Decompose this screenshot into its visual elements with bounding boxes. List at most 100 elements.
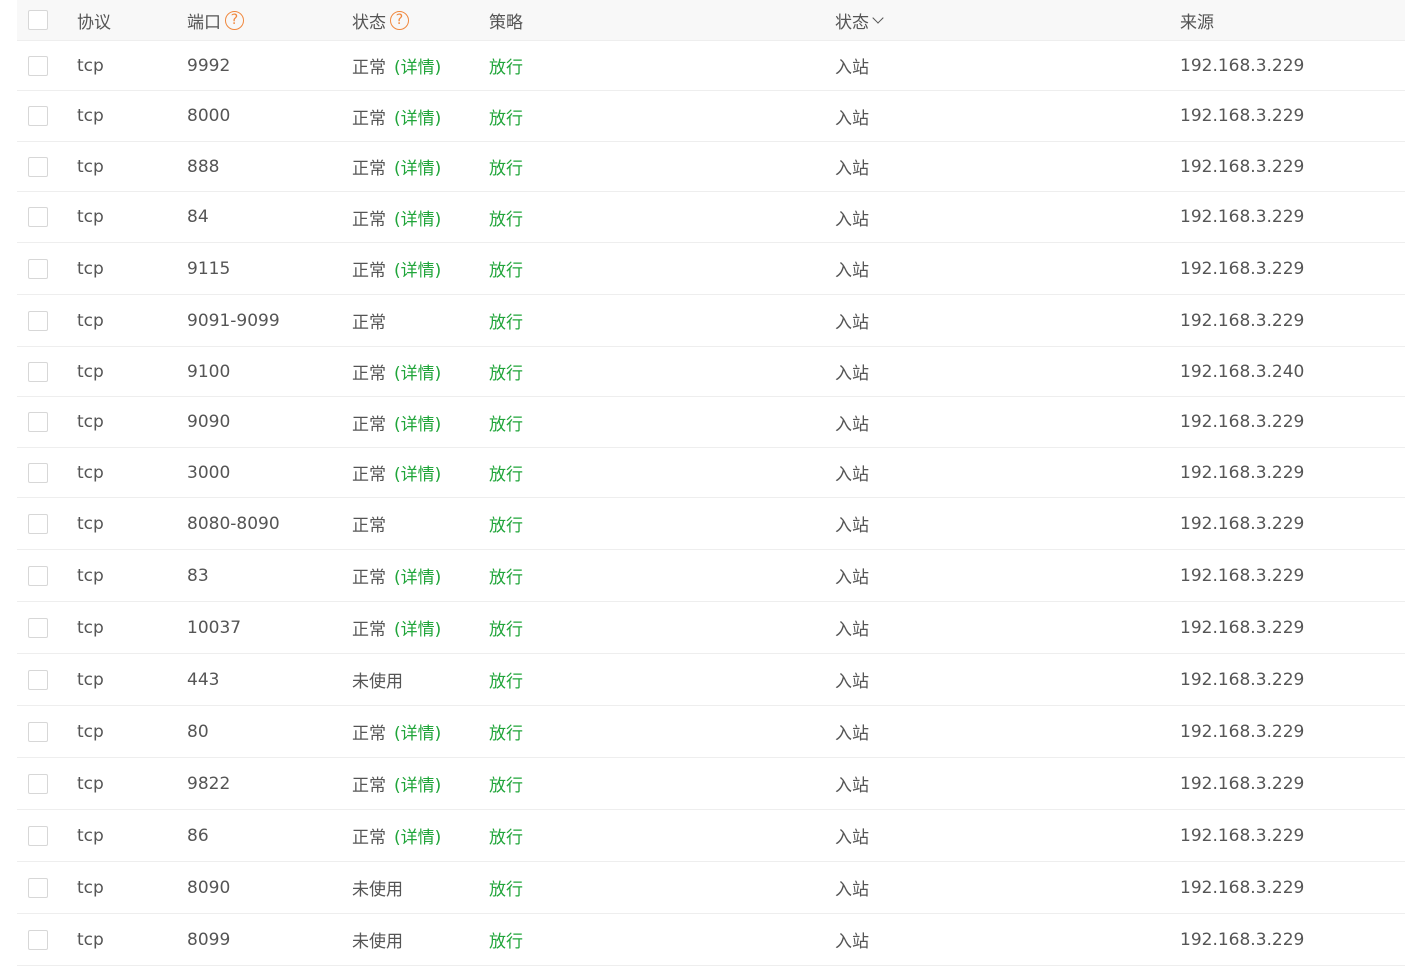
cell-port: 86 [187,825,209,846]
cell-protocol: tcp [77,773,104,794]
cell-protocol: tcp [77,207,104,227]
row-checkbox[interactable] [28,412,48,432]
cell-direction: 入站 [835,108,869,129]
policy-link[interactable]: 放行 [489,914,523,965]
cell-source: 192.168.3.229 [1180,462,1305,483]
row-checkbox[interactable] [28,513,48,534]
cell-port: 9091-9099 [187,310,280,331]
cell-port: 888 [187,156,220,177]
cell-port: 80 [187,721,209,742]
detail-link[interactable]: (详情) [394,719,441,744]
status-text: 正常 [352,776,386,796]
policy-link[interactable]: 放行 [489,862,523,913]
cell-source: 192.168.3.229 [1180,55,1305,76]
policy-link[interactable]: 放行 [489,706,523,757]
detail-link[interactable]: (详情) [394,205,441,230]
cell-protocol: tcp [77,462,104,483]
row-checkbox[interactable] [28,258,48,279]
row-checkbox[interactable] [28,565,48,586]
status-text: 未使用 [352,880,403,900]
detail-link[interactable]: (详情) [394,563,441,588]
row-checkbox[interactable] [28,929,48,950]
table-row: tcp 9822 正常 (详情) 放行 入站 192.168.3.229 [17,758,1405,810]
cell-status: 正常 (详情) [352,397,441,447]
cell-status: 正常 (详情) [352,91,441,141]
cell-source: 192.168.3.229 [1180,721,1305,742]
header-port: 端口 ? [187,0,244,40]
port-help-icon[interactable]: ? [225,10,244,30]
row-checkbox[interactable] [28,156,48,177]
chevron-down-icon[interactable] [872,11,884,24]
table-row: tcp 888 正常 (详情) 放行 入站 192.168.3.229 [17,142,1405,192]
status-text: 正常 [352,828,386,848]
header-direction-label[interactable]: 状态 [835,8,869,33]
detail-link[interactable]: (详情) [394,359,441,384]
policy-link[interactable]: 放行 [489,142,523,191]
row-checkbox[interactable] [28,55,48,76]
cell-source: 192.168.3.229 [1180,207,1305,227]
policy-link[interactable]: 放行 [489,41,523,90]
cell-protocol: tcp [77,106,104,126]
row-checkbox[interactable] [28,361,48,382]
policy-link[interactable]: 放行 [489,192,523,242]
row-checkbox[interactable] [28,825,48,846]
cell-direction: 入站 [835,568,869,588]
row-checkbox[interactable] [28,773,48,794]
table-row: tcp 8090 未使用 放行 入站 192.168.3.229 [17,862,1405,914]
policy-link[interactable]: 放行 [489,602,523,653]
detail-link[interactable]: (详情) [394,615,441,640]
policy-link[interactable]: 放行 [489,758,523,809]
cell-source: 192.168.3.229 [1180,825,1305,846]
status-help-icon[interactable]: ? [390,10,409,30]
policy-link[interactable]: 放行 [489,550,523,601]
row-checkbox[interactable] [28,310,48,331]
cell-direction: 入站 [835,159,869,179]
detail-link[interactable]: (详情) [394,823,441,848]
detail-link[interactable]: (详情) [394,256,441,281]
row-checkbox[interactable] [28,877,48,898]
status-text: 正常 [352,516,386,536]
status-text: 正常 [352,620,386,640]
detail-link[interactable]: (详情) [394,154,441,179]
row-checkbox[interactable] [28,669,48,690]
cell-source: 192.168.3.229 [1180,106,1305,126]
detail-link[interactable]: (详情) [394,771,441,796]
cell-status: 正常 (详情) [352,142,441,191]
policy-link[interactable]: 放行 [489,243,523,294]
cell-source: 192.168.3.229 [1180,565,1305,586]
policy-link[interactable]: 放行 [489,295,523,346]
policy-link[interactable]: 放行 [489,91,523,141]
cell-direction: 入站 [835,724,869,744]
cell-direction: 入站 [835,209,869,230]
table-header: 协议 端口 ? 状态 ? 策略 状态 来源 [17,0,1405,41]
row-checkbox[interactable] [28,207,48,227]
policy-link[interactable]: 放行 [489,448,523,497]
policy-link[interactable]: 放行 [489,498,523,549]
row-checkbox[interactable] [28,721,48,742]
detail-link[interactable]: (详情) [394,460,441,485]
cell-status: 正常 (详情) [352,347,441,396]
cell-protocol: tcp [77,565,104,586]
policy-link[interactable]: 放行 [489,397,523,447]
select-all-checkbox[interactable] [28,10,48,30]
cell-source: 192.168.3.229 [1180,773,1305,794]
policy-link[interactable]: 放行 [489,654,523,705]
detail-link[interactable]: (详情) [394,53,441,78]
cell-port: 83 [187,565,209,586]
row-checkbox[interactable] [28,617,48,638]
cell-port: 443 [187,669,220,690]
cell-status: 正常 (详情) [352,602,441,653]
detail-link[interactable]: (详情) [394,104,441,129]
cell-port: 84 [187,207,209,227]
header-status-label: 状态 [352,12,386,33]
row-checkbox[interactable] [28,462,48,483]
cell-protocol: tcp [77,156,104,177]
cell-source: 192.168.3.229 [1180,156,1305,177]
policy-link[interactable]: 放行 [489,347,523,396]
status-text: 正常 [352,209,386,230]
policy-link[interactable]: 放行 [489,810,523,861]
header-direction[interactable]: 状态 [835,0,884,40]
row-checkbox[interactable] [28,106,48,126]
status-text: 正常 [352,159,386,179]
detail-link[interactable]: (详情) [394,410,441,435]
